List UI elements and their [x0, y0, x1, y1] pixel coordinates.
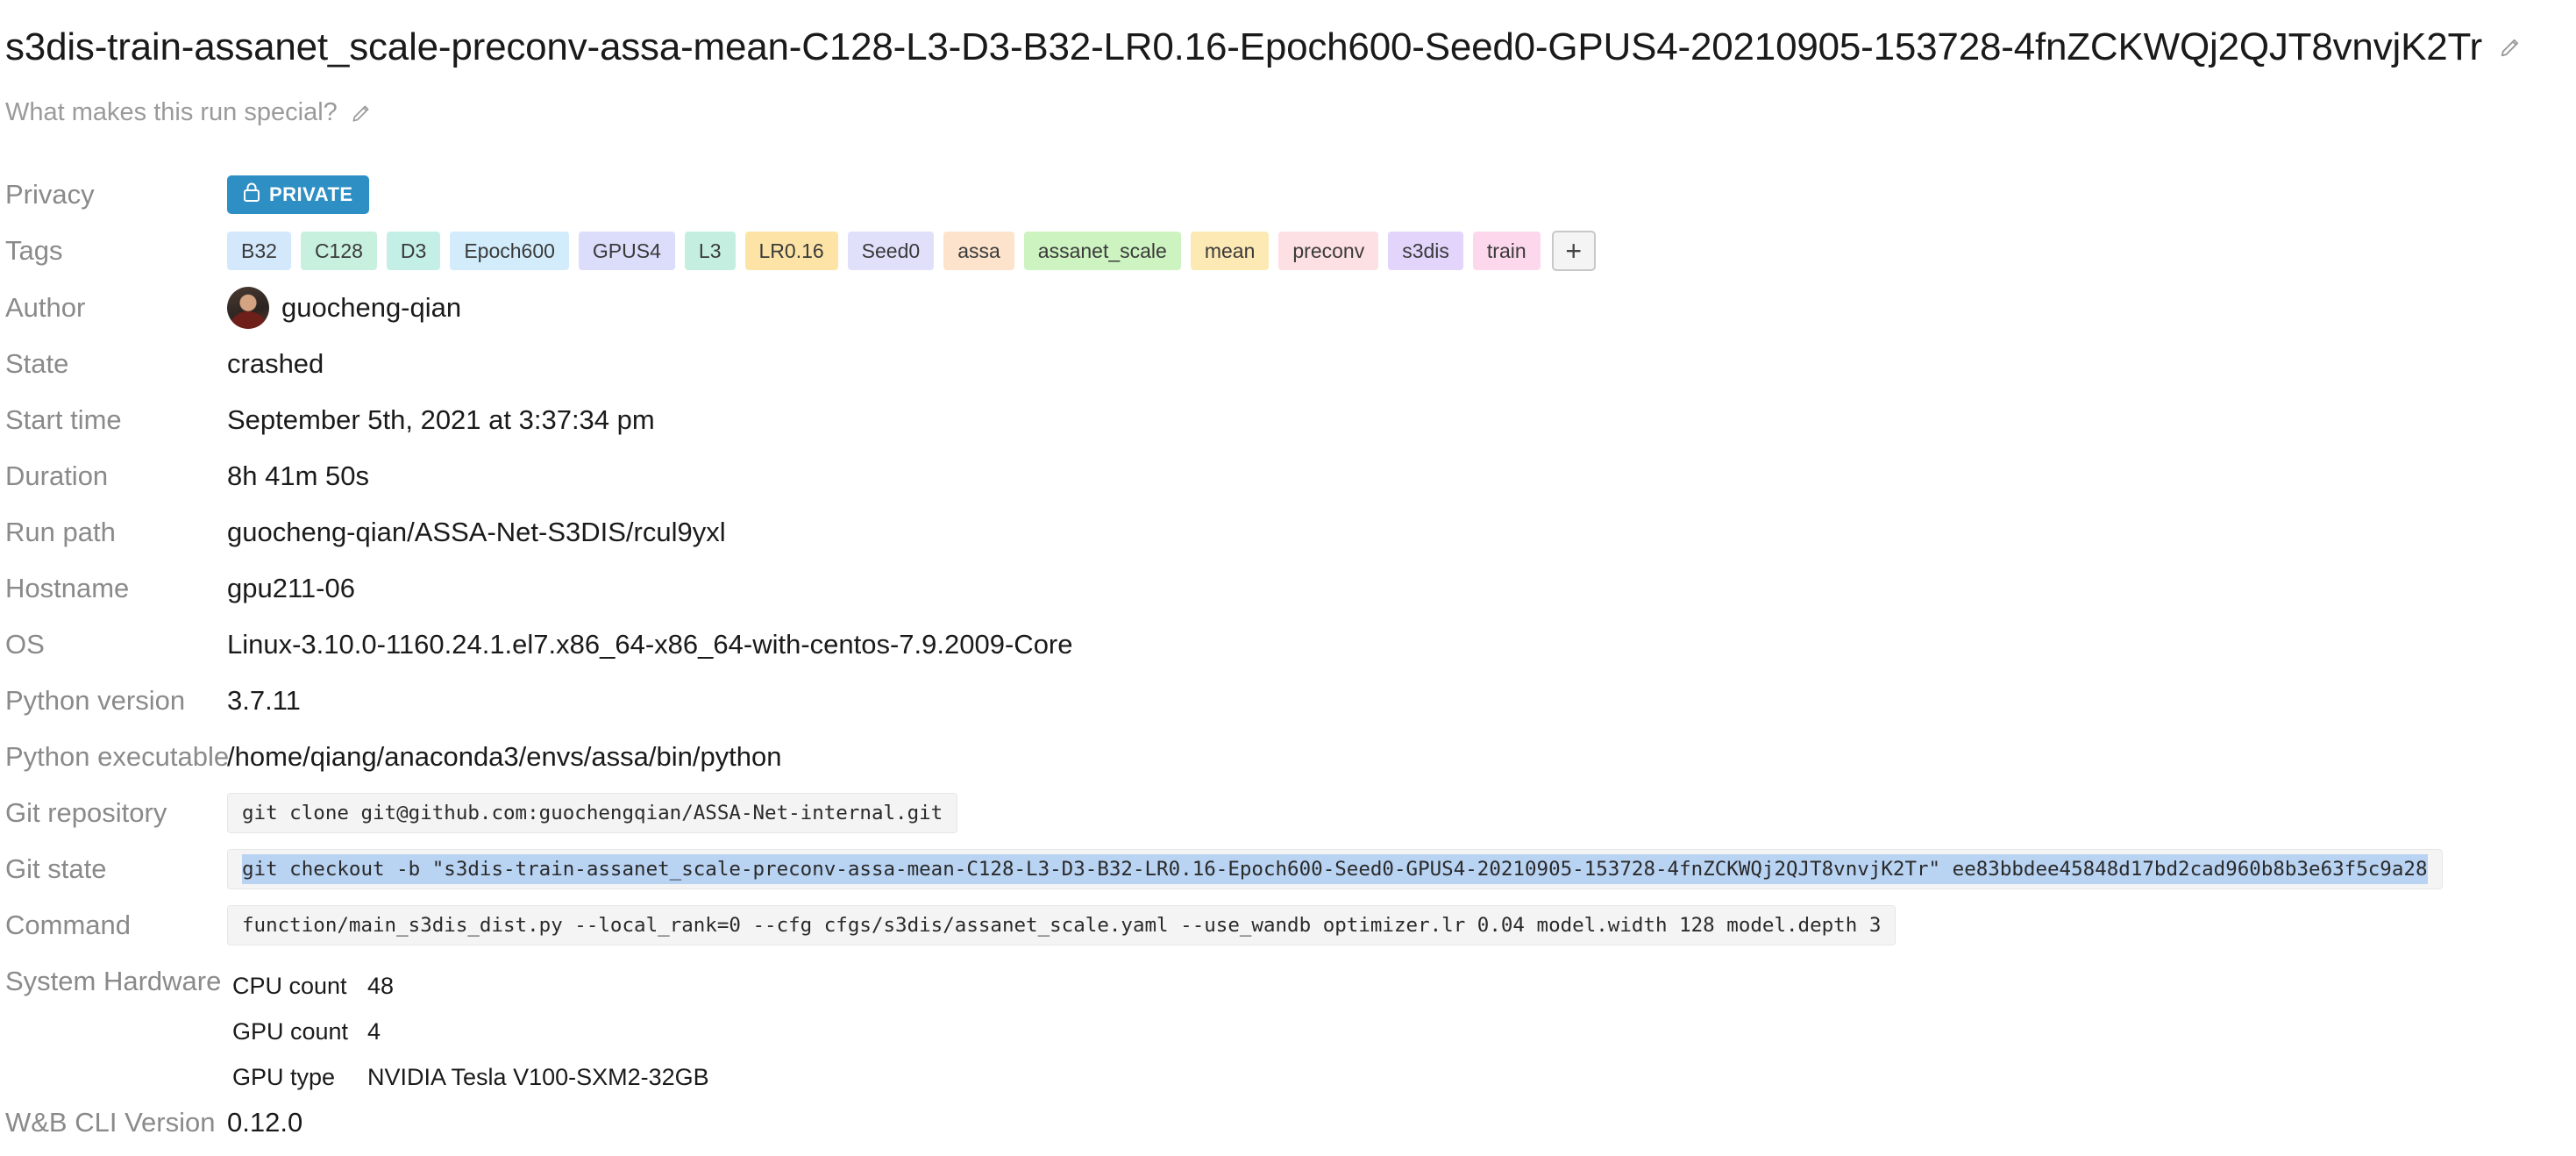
- tag-s3dis[interactable]: s3dis: [1388, 232, 1463, 270]
- python-executable-label: Python executable: [5, 741, 230, 772]
- hardware-key: GPU count: [232, 1017, 349, 1045]
- python-version-row: Python version 3.7.11: [5, 679, 301, 723]
- tag-list: B32 C128 D3 Epoch600 GPUS4 L3 LR0.16 Seed0 assa a…: [227, 231, 1596, 271]
- state-label: State: [5, 348, 69, 379]
- hardware-value: 4: [367, 1017, 381, 1045]
- os-value: Linux-3.10.0-1160.24.1.el7.x86_64-x86_64…: [227, 629, 1073, 660]
- hardware-row: GPU type NVIDIA Tesla V100-SXM2-32GB: [227, 1054, 709, 1100]
- tag-d3[interactable]: D3: [386, 232, 441, 270]
- hardware-value: 48: [367, 972, 395, 999]
- tag-epoch600[interactable]: Epoch600: [450, 232, 569, 270]
- tag-seed0[interactable]: Seed0: [847, 232, 935, 270]
- cli-version-row: W&B CLI Version 0.12.0: [5, 1101, 302, 1145]
- privacy-row: Privacy PRIVATE: [5, 173, 369, 217]
- git-state-code[interactable]: git checkout -b "s3dis-train-assanet_sca…: [227, 849, 2443, 889]
- tag-preconv[interactable]: preconv: [1278, 232, 1379, 270]
- git-state-row: Git state git checkout -b "s3dis-train-a…: [5, 847, 2443, 891]
- notes-placeholder[interactable]: What makes this run special?: [5, 98, 338, 127]
- duration-value: 8h 41m 50s: [227, 460, 369, 491]
- lock-icon: [243, 182, 260, 208]
- author-value[interactable]: guocheng-qian: [227, 287, 461, 329]
- privacy-badge-label: PRIVATE: [269, 183, 353, 205]
- system-hardware-label: System Hardware: [5, 966, 222, 996]
- state-row: State crashed: [5, 342, 324, 386]
- git-state-label: Git state: [5, 853, 107, 884]
- git-state-selected-text[interactable]: git checkout -b "s3dis-train-assanet_sca…: [242, 854, 2428, 884]
- duration-row: Duration 8h 41m 50s: [5, 454, 369, 498]
- author-label: Author: [5, 292, 86, 323]
- hostname-label: Hostname: [5, 573, 130, 603]
- python-version-label: Python version: [5, 685, 186, 716]
- hostname-value: gpu211-06: [227, 573, 355, 603]
- edit-notes-pencil-icon[interactable]: [350, 102, 373, 125]
- tag-b32[interactable]: B32: [227, 232, 291, 270]
- git-repository-row: Git repository git clone git@github.com:…: [5, 791, 958, 835]
- state-value: crashed: [227, 348, 324, 379]
- command-row: Command function/main_s3dis_dist.py --lo…: [5, 903, 1896, 947]
- tag-assa[interactable]: assa: [943, 232, 1014, 270]
- avatar[interactable]: [227, 287, 269, 329]
- privacy-badge[interactable]: PRIVATE: [227, 175, 369, 214]
- python-version-value: 3.7.11: [227, 685, 301, 716]
- hardware-key: GPU type: [232, 1063, 336, 1090]
- os-label: OS: [5, 629, 45, 660]
- python-executable-value: /home/qiang/anaconda3/envs/assa/bin/pyth…: [227, 741, 782, 772]
- tag-train[interactable]: train: [1472, 232, 1541, 270]
- run-path-label: Run path: [5, 517, 116, 547]
- cli-version-label: W&B CLI Version: [5, 1107, 216, 1138]
- tag-mean[interactable]: mean: [1190, 232, 1270, 270]
- edit-title-pencil-icon[interactable]: [2498, 35, 2523, 60]
- hardware-value: NVIDIA Tesla V100-SXM2-32GB: [367, 1063, 709, 1090]
- title-row: s3dis-train-assanet_scale-preconv-assa-m…: [5, 19, 2523, 75]
- hostname-row: Hostname gpu211-06: [5, 567, 355, 610]
- cli-version-value: 0.12.0: [227, 1107, 303, 1138]
- tags-label: Tags: [5, 235, 63, 266]
- author-name[interactable]: guocheng-qian: [281, 292, 461, 324]
- tag-lr0-16[interactable]: LR0.16: [744, 232, 838, 270]
- git-repository-code[interactable]: git clone git@github.com:guochengqian/AS…: [227, 793, 958, 833]
- tags-row: Tags B32 C128 D3 Epoch600 GPUS4 L3 LR0.16 Seed0…: [5, 229, 1596, 273]
- system-hardware-row: System Hardware: [5, 960, 227, 1003]
- start-time-row: Start time September 5th, 2021 at 3:37:3…: [5, 398, 655, 442]
- run-overview: s3dis-train-assanet_scale-preconv-assa-m…: [0, 0, 2576, 1156]
- start-time-value: September 5th, 2021 at 3:37:34 pm: [227, 404, 655, 435]
- os-row: OS Linux-3.10.0-1160.24.1.el7.x86_64-x86…: [5, 623, 1073, 667]
- duration-label: Duration: [5, 460, 109, 491]
- start-time-label: Start time: [5, 404, 122, 435]
- python-executable-row: Python executable /home/qiang/anaconda3/…: [5, 735, 782, 779]
- git-repository-label: Git repository: [5, 797, 167, 828]
- tag-l3[interactable]: L3: [684, 232, 736, 270]
- hardware-table: CPU count 48 GPU count 4 GPU type NVIDIA…: [227, 963, 709, 1100]
- run-path-row: Run path guocheng-qian/ASSA-Net-S3DIS/rc…: [5, 510, 726, 554]
- add-tag-button[interactable]: +: [1551, 231, 1596, 271]
- tag-gpus4[interactable]: GPUS4: [578, 232, 675, 270]
- run-path-value: guocheng-qian/ASSA-Net-S3DIS/rcul9yxl: [227, 517, 726, 547]
- tag-c128[interactable]: C128: [300, 232, 377, 270]
- hardware-row: CPU count 48: [227, 963, 709, 1009]
- author-row: Author guocheng-qian: [5, 286, 461, 330]
- command-code[interactable]: function/main_s3dis_dist.py --local_rank…: [227, 905, 1896, 945]
- hardware-key: CPU count: [232, 972, 347, 999]
- hardware-row: GPU count 4: [227, 1009, 709, 1054]
- tag-assanet-scale[interactable]: assanet_scale: [1023, 232, 1181, 270]
- command-label: Command: [5, 910, 131, 940]
- privacy-label: Privacy: [5, 179, 95, 210]
- run-title: s3dis-train-assanet_scale-preconv-assa-m…: [5, 25, 2482, 68]
- notes-row[interactable]: What makes this run special?: [5, 98, 373, 127]
